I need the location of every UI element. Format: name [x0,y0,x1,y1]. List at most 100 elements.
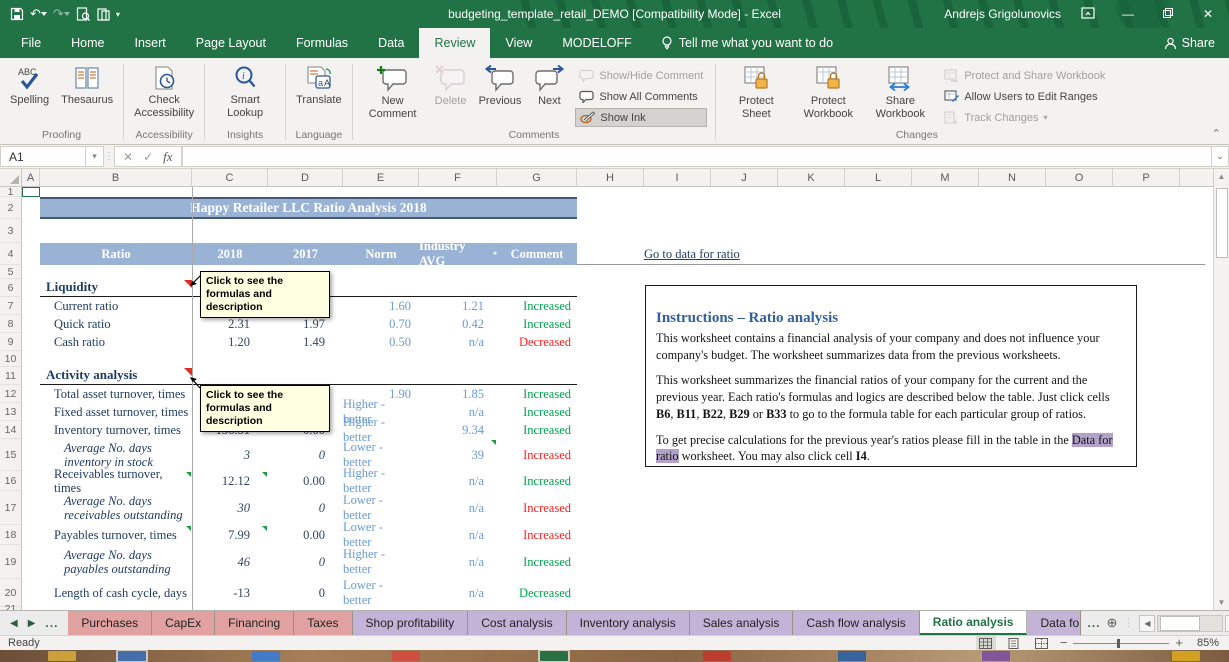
cell-industry-avg-value[interactable]: 1.21 [419,297,497,315]
zoom-out-button[interactable]: − [1060,638,1068,648]
ratio-label[interactable]: Quick ratio [40,315,192,333]
zoom-slider-thumb[interactable] [1117,639,1120,648]
active-cell-a1[interactable] [22,187,40,197]
more-sheets-right[interactable]: ... [1081,616,1106,630]
taskbar-app-fragment[interactable] [48,651,76,661]
column-header-O[interactable]: O [1046,169,1113,186]
scroll-up-arrow[interactable]: ▲ [1214,169,1229,184]
cell-2017-value[interactable]: 0 [268,439,343,471]
new-sheet-button[interactable]: ⊕ [1107,611,1118,635]
formula-input[interactable] [182,146,1211,167]
row-header-3[interactable]: 3 [0,219,22,243]
row-header-4[interactable]: 4 [0,243,22,265]
cell-comment-value[interactable]: Increased [497,525,577,545]
column-header-M[interactable]: M [912,169,979,186]
sheet-tab-cost-analysis[interactable]: Cost analysis [468,611,566,635]
thesaurus-button[interactable]: Thesaurus [55,62,119,108]
sheet-title-banner[interactable]: Happy Retailer LLC Ratio Analysis 2018 [40,197,577,219]
row-header-14[interactable]: 14 [0,421,22,439]
zoom-in-button[interactable]: + [1175,638,1183,648]
row-header-18[interactable]: 18 [0,525,22,545]
spelling-button[interactable]: ABC Spelling [4,62,55,108]
taskbar-app-fragment[interactable] [703,651,731,661]
cancel-entry-icon[interactable]: ✕ [123,150,133,164]
insert-function-button[interactable]: fx [163,149,172,165]
cell-industry-avg-value[interactable]: 1.85 [419,385,497,403]
ribbon-tab-review[interactable]: Review [419,28,490,58]
sheet-tab-sales-analysis[interactable]: Sales analysis [690,611,794,635]
ribbon-tab-insert[interactable]: Insert [120,28,181,58]
ratio-label[interactable]: Current ratio [40,297,192,315]
protect-workbook-button[interactable]: Protect Workbook [792,62,864,122]
sheet-tab-financing[interactable]: Financing [215,611,294,635]
smart-lookup-button[interactable]: i Smart Lookup [209,62,281,121]
cell-2017-value[interactable]: 0 [268,545,343,579]
name-box[interactable]: A1 [0,146,86,167]
ratio-label[interactable]: Average No. days receivables outstanding [40,491,192,525]
tell-me-box[interactable]: Tell me what you want to do [661,28,833,58]
taskbar-app-fragment[interactable] [252,651,280,661]
horizontal-scroll-thumb[interactable] [1160,616,1200,631]
table-header-2017[interactable]: 2017 [268,243,343,265]
column-header-B[interactable]: B [40,169,192,186]
cell-industry-avg-value[interactable]: n/a [419,545,497,579]
cell-industry-avg-value[interactable]: n/a [419,491,497,525]
column-header-G[interactable]: G [497,169,577,186]
worksheet-grid[interactable]: 1 2 Happy Retailer LLC Ratio Analysis 20… [0,187,1213,610]
cell-norm-value[interactable]: 1.60 [343,297,419,315]
ratio-label[interactable]: Receivables turnover, times [40,471,192,491]
row-header-11[interactable]: 11 [0,367,22,385]
sheet-tab-cash-flow-analysis[interactable]: Cash flow analysis [793,611,919,635]
cell-industry-avg-value[interactable]: 0.42 [419,315,497,333]
customize-qat-button[interactable]: ▾ [116,10,120,19]
protect-sheet-button[interactable]: Protect Sheet [720,62,792,122]
select-all-corner[interactable] [0,169,22,186]
row-header-2[interactable]: 2 [0,197,22,219]
show-ink-button[interactable]: Show Ink [575,108,707,127]
ribbon-tab-home[interactable]: Home [56,28,119,58]
cell-2017-value[interactable]: 1.49 [268,333,343,351]
zoom-slider[interactable] [1073,643,1169,644]
cell-comment-value[interactable]: Increased [497,491,577,525]
taskbar-app-fragment[interactable] [392,651,420,661]
cell-norm-value[interactable]: Higher - better [343,421,419,439]
column-header-H[interactable]: H [577,169,644,186]
section-label[interactable]: Liquidity [40,279,98,296]
cell-industry-avg-value[interactable]: n/a [419,403,497,421]
ribbon-display-options-button[interactable] [1075,7,1101,22]
sheet-nav-left-arrow[interactable]: ◀ [10,618,18,629]
ratio-label[interactable]: Inventory turnover, times [40,421,192,439]
cell-industry-avg-value[interactable]: n/a [419,471,497,491]
sheet-tab-ratio-analysis[interactable]: Ratio analysis [920,611,1028,635]
row-header-9[interactable]: 9 [0,333,22,351]
ribbon-tab-modeloff[interactable]: MODELOFF [547,28,646,58]
check-accessibility-button[interactable]: Check Accessibility [128,62,200,121]
expand-formula-bar-button[interactable]: ⌄ [1211,146,1229,167]
sheet-tab-taxes[interactable]: Taxes [294,611,352,635]
row-header-8[interactable]: 8 [0,315,22,333]
cell-comment-value[interactable]: Increased [497,545,577,579]
row-header-15[interactable]: 15 [0,439,22,471]
cell-comment-value[interactable]: Increased [497,385,577,403]
cell-2017-value[interactable]: 0.00 [268,525,343,545]
table-header-comment[interactable]: Comment [497,243,577,265]
cell-industry-avg-value[interactable]: n/a [419,525,497,545]
column-header-N[interactable]: N [979,169,1046,186]
taskbar-app-fragment[interactable] [118,651,146,661]
vertical-scrollbar[interactable]: ▲ ▼ [1213,169,1229,610]
table-header-norm[interactable]: Norm [343,243,419,265]
go-to-data-for-ratio-link[interactable]: Go to data for ratio [644,243,740,265]
cell-norm-value[interactable]: Lower - better [343,525,419,545]
column-header-A[interactable]: A [22,169,40,186]
column-header-J[interactable]: J [711,169,778,186]
taskbar-app-fragment[interactable] [540,651,568,661]
redo-button[interactable]: ↷ [53,6,70,22]
cell-2018-value[interactable]: 46 [192,545,268,579]
allow-users-to-edit-ranges-button[interactable]: Allow Users to Edit Ranges [940,87,1109,106]
translate-button[interactable]: aA Translate [290,62,347,108]
cell-2018-value[interactable]: -13 [192,579,268,607]
save-button[interactable] [10,7,24,21]
row-header-16[interactable]: 16 [0,471,22,491]
ribbon-tab-formulas[interactable]: Formulas [281,28,363,58]
cell-norm-value[interactable]: Higher - better [343,545,419,579]
